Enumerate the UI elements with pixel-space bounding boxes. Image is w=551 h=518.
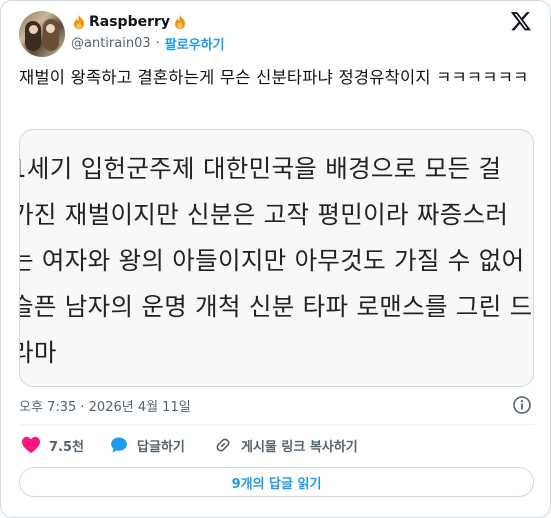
tweet-media-image[interactable]: 1세기 입헌군주제 대한민국을 배경으로 모든 걸 가진 재벌이지만 신분은 고… bbox=[19, 129, 534, 387]
reply-label: 답글하기 bbox=[137, 439, 185, 455]
media-text-line: 가진 재벌이지만 신분은 고작 평민이라 짜증스러 bbox=[19, 200, 509, 229]
author-handle-row: @antirain03 · 팔로우하기 bbox=[71, 34, 225, 53]
author-handle[interactable]: @antirain03 bbox=[71, 36, 151, 51]
copy-link-button[interactable]: 게시물 링크 복사하기 bbox=[213, 434, 358, 456]
media-text-line: 슬픈 남자의 운명 개척 신분 타파 로맨스를 그린 드 bbox=[19, 292, 533, 321]
fire-icon bbox=[74, 15, 84, 29]
x-logo-icon[interactable] bbox=[510, 10, 532, 32]
separator-dot: · bbox=[155, 35, 160, 51]
read-replies-button[interactable]: 9개의 답글 읽기 bbox=[19, 467, 534, 497]
tweet-card: Raspberry @antirain03 · 팔로우하기 재벌이 왕족하고 결… bbox=[0, 0, 551, 518]
tweet-text: 재벌이 왕족하고 결혼하는게 무슨 신분타파냐 정경유착이지 ㅋㅋㅋㅋㅋㅋ bbox=[19, 68, 529, 87]
avatar[interactable] bbox=[19, 11, 65, 57]
link-icon bbox=[216, 438, 230, 452]
heart-icon bbox=[22, 436, 40, 454]
media-text-line: 1세기 입헌군주제 대한민국을 배경으로 모든 걸 bbox=[19, 154, 502, 183]
media-text-line: 라마 bbox=[20, 338, 57, 367]
media-text-line: 는 여자와 왕의 아들이지만 아무것도 가질 수 없어 bbox=[19, 246, 525, 275]
info-icon[interactable] bbox=[512, 395, 532, 415]
author-name-row[interactable]: Raspberry bbox=[71, 12, 188, 32]
fire-icon bbox=[175, 15, 186, 29]
follow-button[interactable]: 팔로우하기 bbox=[165, 34, 225, 53]
divider bbox=[19, 424, 534, 425]
reply-button[interactable]: 답글하기 bbox=[109, 434, 185, 456]
like-button[interactable]: 7.5천 bbox=[21, 434, 84, 456]
author-display-name[interactable]: Raspberry bbox=[89, 14, 170, 30]
tweet-timestamp[interactable]: 오후 7:35 · 2026년 4월 11일 bbox=[19, 396, 191, 415]
copy-link-label: 게시물 링크 복사하기 bbox=[241, 439, 358, 455]
reply-bubble-icon bbox=[111, 437, 127, 453]
like-count: 7.5천 bbox=[49, 439, 84, 455]
